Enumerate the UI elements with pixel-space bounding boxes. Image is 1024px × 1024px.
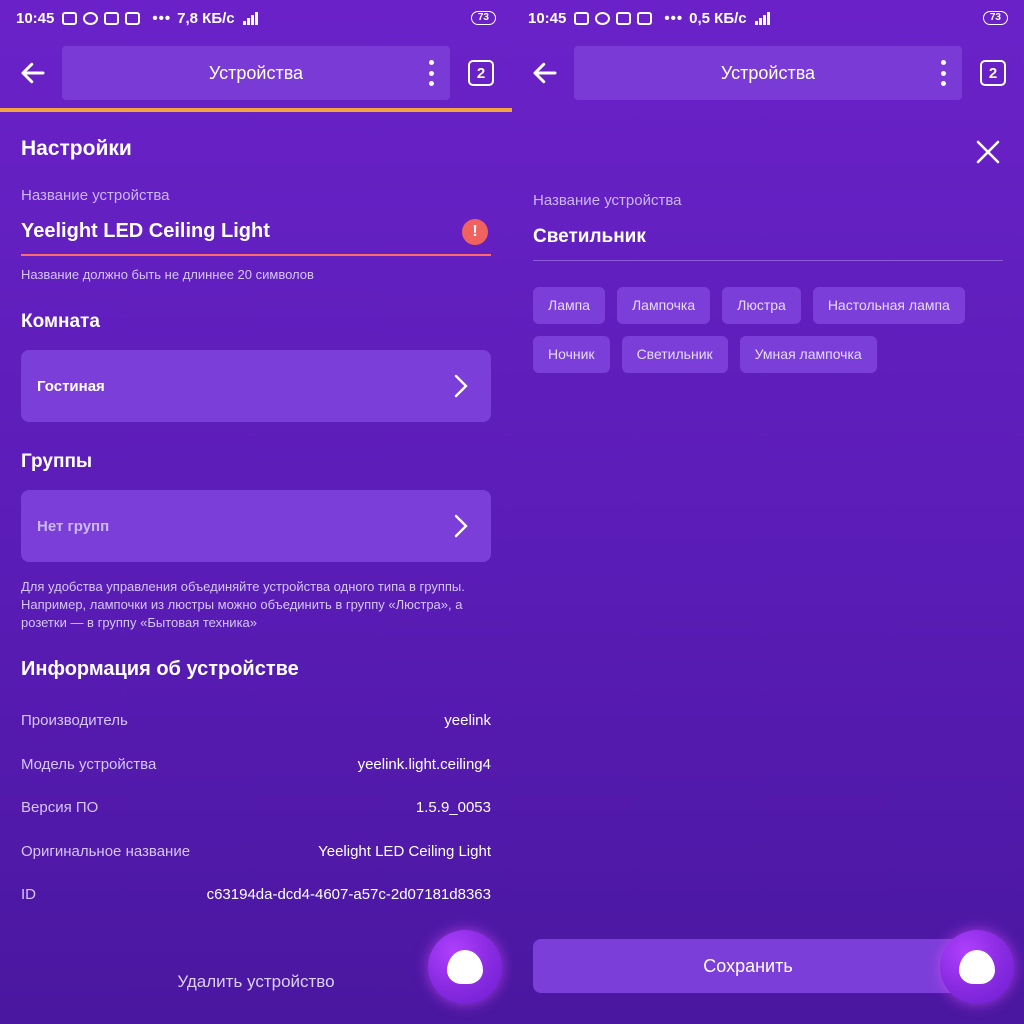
signal-icon — [242, 11, 258, 25]
name-suggestions: Лампа Лампочка Люстра Настольная лампа Н… — [533, 287, 1003, 373]
loading-bar — [0, 108, 512, 112]
more-notifications-icon: ••• — [664, 9, 684, 27]
suggestion-chip[interactable]: Люстра — [722, 287, 801, 324]
groups-title: Группы — [21, 451, 93, 472]
app-bar: Устройства 2 — [512, 44, 1024, 102]
suggestion-chip[interactable]: Умная лампочка — [739, 336, 877, 373]
rename-screen: 10:45 ••• 0,5 КБ/с 73 Устройства 2 — [512, 0, 1024, 1024]
input-error-underline — [21, 254, 491, 256]
rename-label: Название устройства — [533, 192, 682, 209]
rename-input[interactable]: Светильник — [533, 226, 646, 248]
settings-screen: 10:45 ••• 7,8 КБ/с 73 Устройства 2 Настр… — [0, 0, 512, 1024]
mail-icon — [637, 11, 653, 25]
room-value: Гостиная — [37, 377, 105, 395]
settings-title: Настройки — [21, 137, 132, 160]
info-key: Модель устройства — [21, 756, 157, 773]
rename-input-underline — [533, 260, 1003, 261]
app-bar: Устройства 2 — [0, 44, 512, 102]
groups-help-line-1: Для удобства управления объединяйте устр… — [21, 579, 465, 594]
info-value: yeelink.light.ceiling4 — [357, 756, 491, 773]
status-time: 10:45 — [528, 9, 567, 27]
groups-help-line-3: розетки — в группу «Бытовая техника» — [21, 615, 257, 630]
groups-help-line-2: Например, лампочки из люстры можно объед… — [21, 597, 463, 612]
info-key: Производитель — [21, 712, 128, 729]
status-bar: 10:45 ••• 0,5 КБ/с 73 — [512, 0, 1024, 36]
battery-indicator: 73 — [470, 11, 496, 25]
info-value: yeelink — [444, 712, 491, 729]
more-notifications-icon: ••• — [152, 9, 172, 27]
battery-indicator: 73 — [982, 11, 1008, 25]
info-row: Производитель yeelink — [21, 712, 491, 729]
save-button[interactable]: Сохранить — [533, 939, 963, 993]
arrow-left-icon[interactable] — [18, 58, 48, 88]
chat-icon — [83, 11, 99, 25]
tabs-counter-icon[interactable]: 2 — [468, 60, 494, 86]
suggestion-chip[interactable]: Лампа — [533, 287, 605, 324]
kebab-menu-icon[interactable] — [938, 60, 948, 86]
alice-assistant-icon[interactable] — [940, 930, 1014, 1004]
suggestion-chip[interactable]: Светильник — [621, 336, 728, 373]
app-bar-title: Устройства — [208, 62, 304, 83]
app-bar-title: Устройства — [720, 62, 816, 83]
arrow-left-icon[interactable] — [530, 58, 560, 88]
status-bar: 10:45 ••• 7,8 КБ/с 73 — [0, 0, 512, 36]
network-speed: 7,8 КБ/с — [177, 9, 235, 27]
info-row: Оригинальное название Yeelight LED Ceili… — [21, 843, 491, 860]
device-name-label: Название устройства — [21, 187, 170, 204]
groups-selector[interactable]: Нет групп — [21, 490, 491, 562]
instagram-icon — [616, 11, 632, 25]
telegram-icon — [62, 11, 78, 25]
chevron-right-icon — [454, 514, 468, 538]
info-key: Версия ПО — [21, 799, 99, 816]
info-value: 1.5.9_0053 — [415, 799, 491, 816]
telegram-icon — [574, 11, 590, 25]
device-info-title: Информация об устройстве — [21, 658, 299, 680]
chevron-right-icon — [454, 374, 468, 398]
app-bar-title-field[interactable]: Устройства — [574, 46, 962, 100]
app-bar-title-field[interactable]: Устройства — [62, 46, 450, 100]
kebab-menu-icon[interactable] — [426, 60, 436, 86]
info-row: Модель устройства yeelink.light.ceiling4 — [21, 756, 491, 773]
alice-assistant-icon[interactable] — [428, 930, 502, 1004]
groups-value: Нет групп — [37, 517, 110, 535]
status-time: 10:45 — [16, 9, 55, 27]
close-icon[interactable] — [974, 138, 1002, 166]
suggestion-chip[interactable]: Настольная лампа — [812, 287, 965, 324]
error-icon: ! — [462, 219, 488, 245]
info-row: Версия ПО 1.5.9_0053 — [21, 799, 491, 816]
info-key: Оригинальное название — [21, 843, 191, 860]
device-name-error: Название должно быть не длиннее 20 симво… — [21, 267, 314, 282]
info-value: c63194da-dcd4-4607-a57c-2d07181d8363 — [206, 886, 491, 903]
room-selector[interactable]: Гостиная — [21, 350, 491, 422]
network-speed: 0,5 КБ/с — [689, 9, 747, 27]
info-value: Yeelight LED Ceiling Light — [318, 843, 491, 860]
suggestion-chip[interactable]: Лампочка — [616, 287, 711, 324]
device-name-input[interactable]: Yeelight LED Ceiling Light — [21, 220, 270, 243]
chat-icon — [595, 11, 611, 25]
mail-icon — [125, 11, 141, 25]
tabs-counter-icon[interactable]: 2 — [980, 60, 1006, 86]
instagram-icon — [104, 11, 120, 25]
suggestion-chip[interactable]: Ночник — [533, 336, 610, 373]
info-row: ID c63194da-dcd4-4607-a57c-2d07181d8363 — [21, 886, 491, 903]
room-title: Комната — [21, 311, 100, 332]
signal-icon — [754, 11, 770, 25]
info-key: ID — [21, 886, 36, 903]
